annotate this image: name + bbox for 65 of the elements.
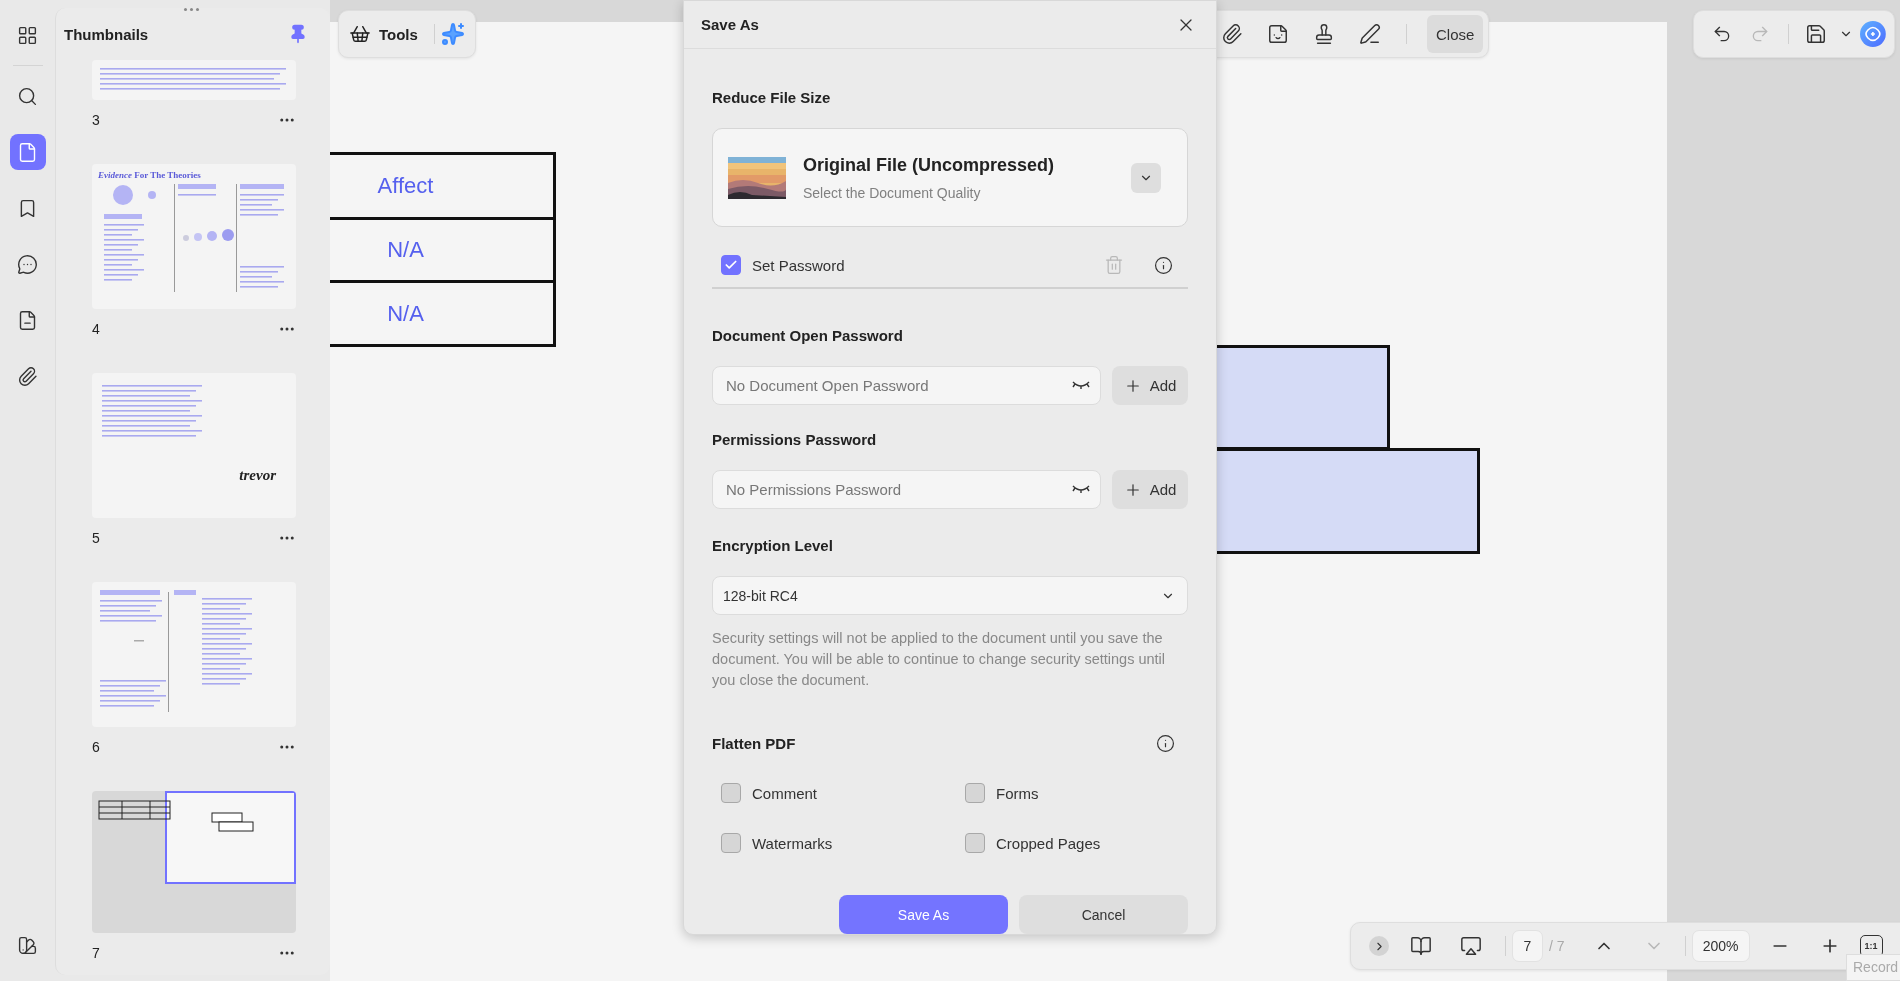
checkbox-label: Forms (996, 784, 1039, 802)
tools-label[interactable]: Tools (379, 25, 418, 43)
checkbox[interactable] (721, 833, 741, 853)
password-field[interactable]: No Document Open Password (712, 366, 1101, 405)
page-icon (17, 141, 38, 163)
zoom-field[interactable]: 200% (1691, 930, 1750, 962)
basket-icon[interactable] (349, 23, 371, 45)
check-icon (724, 258, 738, 272)
thumbnail-heading: Evidence For The Theories (98, 170, 202, 180)
add-button[interactable]: Add (1112, 366, 1188, 405)
section-title: Reduce File Size (712, 89, 832, 106)
page-number: 6 (92, 739, 100, 755)
checkbox[interactable] (721, 783, 741, 803)
tooltip: Record (1846, 954, 1900, 981)
cancel-button[interactable]: Cancel (1019, 895, 1188, 934)
eye-closed-icon[interactable] (1071, 379, 1091, 391)
checkbox[interactable] (965, 833, 985, 853)
assistant-logo-icon[interactable] (1860, 21, 1886, 47)
table-cell: Affect (330, 155, 556, 220)
panel-title: Thumbnails (64, 25, 149, 43)
page-thumbnail[interactable] (92, 60, 296, 100)
table-cell: N/A (330, 283, 556, 347)
page-number-field[interactable]: 7 (1512, 930, 1543, 962)
expand-button[interactable] (1369, 936, 1389, 956)
checkbox-label: Comment (752, 784, 818, 802)
quality-subtitle: Select the Document Quality (803, 184, 982, 201)
encryption-select[interactable]: 128-bit RC4 (712, 576, 1188, 615)
checkbox[interactable] (965, 783, 985, 803)
pin-icon[interactable] (288, 24, 308, 44)
checkbox-label: Cropped Pages (996, 834, 1101, 852)
page-total: / 7 (1549, 938, 1565, 954)
page-number: 4 (92, 321, 100, 337)
quality-title: Original File (Uncompressed) (803, 154, 1056, 176)
section-title: Flatten PDF (712, 734, 796, 752)
help-text: Security settings will not be applied to the document until you save the document. You will be able to continue to change security settings until you close the document. (712, 629, 1166, 690)
checkbox-label: Watermarks (752, 834, 833, 852)
page-thumbnail[interactable]: Evidence For The Theories (92, 164, 296, 309)
save-as-button[interactable]: Save As (839, 895, 1008, 934)
paperclip-icon (17, 365, 38, 387)
page-thumbnail[interactable] (92, 582, 296, 727)
section-title: Permissions Password (712, 431, 878, 448)
document-icon (17, 309, 38, 331)
eye-closed-icon[interactable] (1071, 483, 1091, 495)
page-number: 3 (92, 112, 100, 128)
search-icon (17, 85, 38, 107)
table-cell: N/A (330, 220, 556, 283)
sparkles-icon[interactable] (440, 22, 465, 46)
comment-icon (17, 253, 38, 275)
section-title: Document Open Password (712, 327, 904, 344)
quality-card[interactable]: Original File (Uncompressed) Select the Document Quality (712, 128, 1188, 227)
page-thumbnail[interactable] (92, 791, 296, 933)
add-button[interactable]: Add (1112, 470, 1188, 509)
page-number: 7 (92, 945, 100, 961)
page-thumbnail[interactable]: trevor (92, 373, 296, 518)
signature-text: trevor (239, 467, 276, 484)
checkbox-label: Set Password (752, 256, 845, 274)
swatch-icon (17, 934, 38, 956)
section-title: Encryption Level (712, 537, 834, 554)
checkbox[interactable] (721, 255, 741, 275)
page-number: 5 (92, 530, 100, 546)
close-button[interactable]: Close (1427, 15, 1484, 53)
grid-icon (17, 24, 38, 46)
password-field[interactable]: No Permissions Password (712, 470, 1101, 509)
dialog-title: Save As (701, 16, 759, 33)
drag-handle-icon[interactable] (184, 8, 199, 11)
